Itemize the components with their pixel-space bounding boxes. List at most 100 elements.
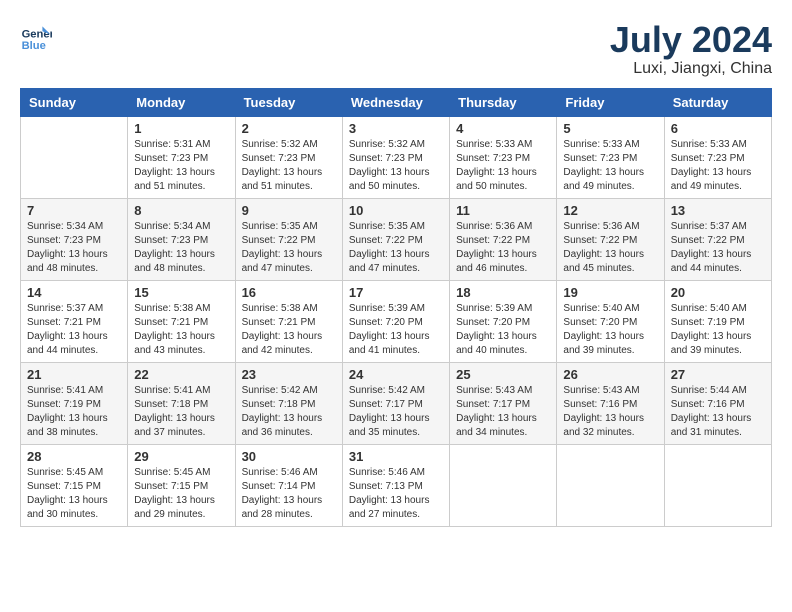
calendar-cell: 1 Sunrise: 5:31 AM Sunset: 7:23 PM Daylig… [128, 116, 235, 198]
weekday-header: Friday [557, 88, 664, 116]
calendar-cell: 8 Sunrise: 5:34 AM Sunset: 7:23 PM Daylig… [128, 198, 235, 280]
day-number: 2 [242, 121, 336, 136]
day-info: Sunrise: 5:39 AM Sunset: 7:20 PM Dayligh… [349, 302, 443, 358]
day-info: Sunrise: 5:33 AM Sunset: 7:23 PM Dayligh… [563, 138, 657, 194]
day-number: 31 [349, 449, 443, 464]
calendar-cell: 14 Sunrise: 5:37 AM Sunset: 7:21 PM Dayli… [21, 280, 128, 362]
day-number: 29 [134, 449, 228, 464]
weekday-header: Thursday [450, 88, 557, 116]
day-info: Sunrise: 5:40 AM Sunset: 7:19 PM Dayligh… [671, 302, 765, 358]
calendar-cell: 6Sunrise: 5:33 AM Sunset: 7:23 PM Daylig… [664, 116, 771, 198]
day-info: Sunrise: 5:46 AM Sunset: 7:14 PM Dayligh… [242, 466, 336, 522]
day-number: 3 [349, 121, 443, 136]
day-info: Sunrise: 5:39 AM Sunset: 7:20 PM Dayligh… [456, 302, 550, 358]
day-info: Sunrise: 5:35 AM Sunset: 7:22 PM Dayligh… [349, 220, 443, 276]
calendar-cell: 11 Sunrise: 5:36 AM Sunset: 7:22 PM Dayli… [450, 198, 557, 280]
calendar-cell: 2 Sunrise: 5:32 AM Sunset: 7:23 PM Daylig… [235, 116, 342, 198]
calendar-cell: 17 Sunrise: 5:39 AM Sunset: 7:20 PM Dayli… [342, 280, 449, 362]
calendar-week-row: 28 Sunrise: 5:45 AM Sunset: 7:15 PM Dayli… [21, 444, 772, 526]
day-number: 11 [456, 203, 550, 218]
calendar-cell: 29 Sunrise: 5:45 AM Sunset: 7:15 PM Dayli… [128, 444, 235, 526]
day-info: Sunrise: 5:37 AM Sunset: 7:22 PM Dayligh… [671, 220, 765, 276]
day-number: 8 [134, 203, 228, 218]
calendar-cell: 27Sunrise: 5:44 AM Sunset: 7:16 PM Dayli… [664, 362, 771, 444]
weekday-header: Sunday [21, 88, 128, 116]
day-info: Sunrise: 5:43 AM Sunset: 7:16 PM Dayligh… [563, 384, 657, 440]
day-number: 4 [456, 121, 550, 136]
day-info: Sunrise: 5:41 AM Sunset: 7:19 PM Dayligh… [27, 384, 121, 440]
day-number: 28 [27, 449, 121, 464]
day-number: 14 [27, 285, 121, 300]
header-row: SundayMondayTuesdayWednesdayThursdayFrid… [21, 88, 772, 116]
day-number: 19 [563, 285, 657, 300]
calendar-cell [450, 444, 557, 526]
day-number: 17 [349, 285, 443, 300]
svg-text:General: General [22, 29, 52, 41]
day-number: 15 [134, 285, 228, 300]
day-number: 9 [242, 203, 336, 218]
calendar-cell: 12Sunrise: 5:36 AM Sunset: 7:22 PM Dayli… [557, 198, 664, 280]
day-info: Sunrise: 5:32 AM Sunset: 7:23 PM Dayligh… [242, 138, 336, 194]
calendar-cell: 5 Sunrise: 5:33 AM Sunset: 7:23 PM Daylig… [557, 116, 664, 198]
calendar-table: SundayMondayTuesdayWednesdayThursdayFrid… [20, 88, 772, 527]
calendar-cell: 19 Sunrise: 5:40 AM Sunset: 7:20 PM Dayli… [557, 280, 664, 362]
day-number: 24 [349, 367, 443, 382]
day-info: Sunrise: 5:34 AM Sunset: 7:23 PM Dayligh… [27, 220, 121, 276]
day-number: 12 [563, 203, 657, 218]
day-number: 25 [456, 367, 550, 382]
svg-text:Blue: Blue [22, 40, 46, 52]
day-number: 16 [242, 285, 336, 300]
day-number: 18 [456, 285, 550, 300]
calendar-cell: 3 Sunrise: 5:32 AM Sunset: 7:23 PM Daylig… [342, 116, 449, 198]
day-info: Sunrise: 5:45 AM Sunset: 7:15 PM Dayligh… [27, 466, 121, 522]
day-info: Sunrise: 5:36 AM Sunset: 7:22 PM Dayligh… [456, 220, 550, 276]
day-number: 10 [349, 203, 443, 218]
day-number: 20 [671, 285, 765, 300]
day-number: 30 [242, 449, 336, 464]
day-info: Sunrise: 5:35 AM Sunset: 7:22 PM Dayligh… [242, 220, 336, 276]
day-info: Sunrise: 5:45 AM Sunset: 7:15 PM Dayligh… [134, 466, 228, 522]
day-info: Sunrise: 5:38 AM Sunset: 7:21 PM Dayligh… [134, 302, 228, 358]
title-block: July 2024 Luxi, Jiangxi, China [610, 20, 772, 78]
day-info: Sunrise: 5:34 AM Sunset: 7:23 PM Dayligh… [134, 220, 228, 276]
day-info: Sunrise: 5:42 AM Sunset: 7:18 PM Dayligh… [242, 384, 336, 440]
day-number: 1 [134, 121, 228, 136]
day-info: Sunrise: 5:31 AM Sunset: 7:23 PM Dayligh… [134, 138, 228, 194]
calendar-cell: 28 Sunrise: 5:45 AM Sunset: 7:15 PM Dayli… [21, 444, 128, 526]
day-number: 23 [242, 367, 336, 382]
day-number: 22 [134, 367, 228, 382]
logo-icon: General Blue [20, 20, 52, 52]
calendar-cell: 30 Sunrise: 5:46 AM Sunset: 7:14 PM Dayli… [235, 444, 342, 526]
calendar-week-row: 21 Sunrise: 5:41 AM Sunset: 7:19 PM Dayli… [21, 362, 772, 444]
calendar-cell: 9 Sunrise: 5:35 AM Sunset: 7:22 PM Daylig… [235, 198, 342, 280]
day-info: Sunrise: 5:32 AM Sunset: 7:23 PM Dayligh… [349, 138, 443, 194]
day-number: 5 [563, 121, 657, 136]
page-header: General Blue July 2024 Luxi, Jiangxi, Ch… [20, 20, 772, 78]
weekday-header: Monday [128, 88, 235, 116]
day-info: Sunrise: 5:42 AM Sunset: 7:17 PM Dayligh… [349, 384, 443, 440]
day-number: 7 [27, 203, 121, 218]
calendar-cell: 7 Sunrise: 5:34 AM Sunset: 7:23 PM Daylig… [21, 198, 128, 280]
calendar-cell: 13 Sunrise: 5:37 AM Sunset: 7:22 PM Dayli… [664, 198, 771, 280]
calendar-week-row: 14 Sunrise: 5:37 AM Sunset: 7:21 PM Dayli… [21, 280, 772, 362]
weekday-header: Saturday [664, 88, 771, 116]
calendar-cell: 16 Sunrise: 5:38 AM Sunset: 7:21 PM Dayli… [235, 280, 342, 362]
calendar-cell [557, 444, 664, 526]
calendar-cell [664, 444, 771, 526]
calendar-cell: 31 Sunrise: 5:46 AM Sunset: 7:13 PM Dayli… [342, 444, 449, 526]
calendar-cell: 23 Sunrise: 5:42 AM Sunset: 7:18 PM Dayli… [235, 362, 342, 444]
day-number: 21 [27, 367, 121, 382]
day-info: Sunrise: 5:37 AM Sunset: 7:21 PM Dayligh… [27, 302, 121, 358]
weekday-header: Wednesday [342, 88, 449, 116]
day-info: Sunrise: 5:46 AM Sunset: 7:13 PM Dayligh… [349, 466, 443, 522]
calendar-week-row: 1 Sunrise: 5:31 AM Sunset: 7:23 PM Daylig… [21, 116, 772, 198]
calendar-cell: 25Sunrise: 5:43 AM Sunset: 7:17 PM Dayli… [450, 362, 557, 444]
calendar-cell: 26Sunrise: 5:43 AM Sunset: 7:16 PM Dayli… [557, 362, 664, 444]
calendar-cell: 15 Sunrise: 5:38 AM Sunset: 7:21 PM Dayli… [128, 280, 235, 362]
day-number: 27 [671, 367, 765, 382]
day-info: Sunrise: 5:40 AM Sunset: 7:20 PM Dayligh… [563, 302, 657, 358]
day-number: 13 [671, 203, 765, 218]
calendar-cell [21, 116, 128, 198]
calendar-cell: 24 Sunrise: 5:42 AM Sunset: 7:17 PM Dayli… [342, 362, 449, 444]
day-info: Sunrise: 5:38 AM Sunset: 7:21 PM Dayligh… [242, 302, 336, 358]
